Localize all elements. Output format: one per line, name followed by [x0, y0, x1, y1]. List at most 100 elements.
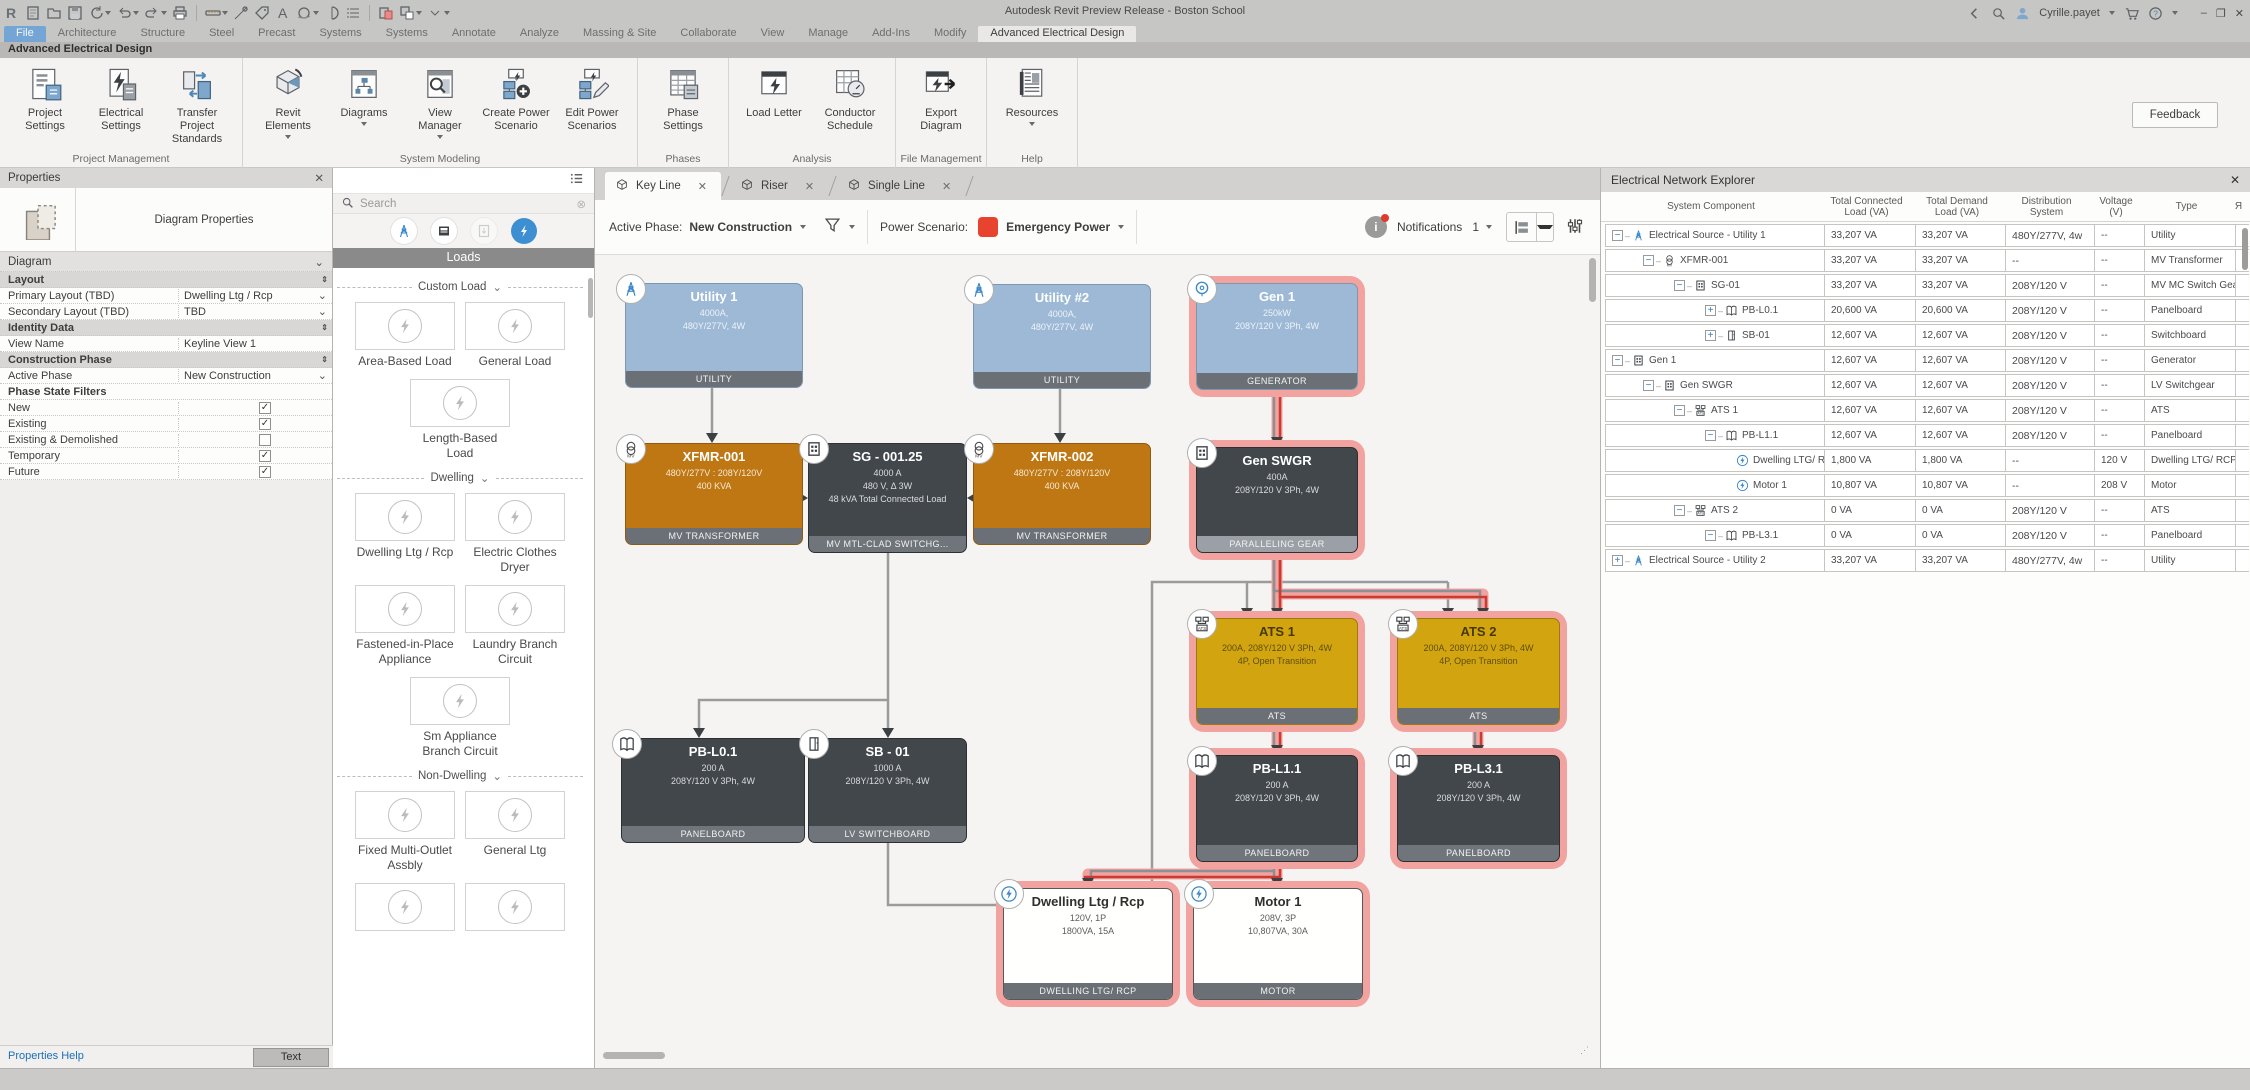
explorer-column-1[interactable]: Total ConnectedLoad (VA) — [1821, 196, 1912, 218]
ribbon-tab-analyze[interactable]: Analyze — [508, 26, 571, 42]
ribbon-tab-manage[interactable]: Manage — [796, 26, 860, 42]
resize-grip[interactable]: ⋰ — [1580, 1045, 1596, 1061]
property-section-layout[interactable]: Layout⇕ — [0, 272, 332, 288]
ribbon-tab-systems[interactable]: Systems — [307, 26, 373, 42]
node-sg00125[interactable]: SG - 001.254000 A480 V, Δ 3W48 kVA Total… — [808, 443, 967, 553]
explorer-row-electrical-source-utility-2[interactable]: +–Electrical Source - Utility 233,207 VA… — [1605, 549, 2250, 572]
notifications-count[interactable]: 1 — [1472, 220, 1479, 234]
load-item-partial[interactable] — [465, 883, 565, 931]
active-phase-caret-icon[interactable] — [800, 225, 806, 229]
windows-icon[interactable] — [399, 5, 422, 21]
expand-toggle[interactable]: − — [1705, 430, 1716, 441]
node-motor1[interactable]: Motor 1208V, 3P10,807VA, 30AMOTOR — [1193, 888, 1363, 1000]
ribbon-button-transfer-project-standards[interactable]: Transfer ProjectStandards — [162, 64, 232, 146]
loads-section-non-dwelling[interactable]: Non-Dwelling⌄ — [337, 769, 583, 783]
bolt-white-toggle[interactable] — [511, 218, 537, 244]
paste-icon[interactable] — [378, 5, 394, 21]
notifications-info-icon[interactable]: i — [1365, 216, 1387, 238]
orbit-icon[interactable] — [296, 5, 319, 21]
value-field-active-phase[interactable]: New Construction⌄ — [178, 369, 332, 382]
equip-toggle[interactable] — [431, 218, 457, 244]
tag-icon[interactable] — [254, 5, 270, 21]
revit-logo-icon[interactable]: R — [4, 5, 20, 21]
properties-type-selector[interactable]: Diagram Properties — [0, 188, 332, 252]
folder-open-icon[interactable] — [46, 5, 62, 21]
close-button[interactable]: ✕ — [2235, 7, 2244, 20]
explorer-row-xfmr-001[interactable]: −–MVXFMR-00133,207 VA33,207 VA----MV Tra… — [1605, 249, 2250, 272]
view-tab-key-line[interactable]: Key Line✕ — [605, 172, 721, 200]
expand-toggle[interactable]: − — [1612, 230, 1623, 241]
expand-toggle[interactable]: + — [1705, 305, 1716, 316]
load-item-fastened-in-place-appliance[interactable]: Fastened-in-Place Appliance — [355, 585, 455, 667]
explorer-row-electrical-source-utility-1[interactable]: −–Electrical Source - Utility 133,207 VA… — [1605, 224, 2250, 247]
power-scenario-dropdown[interactable]: Emergency Power — [1006, 220, 1110, 234]
ribbon-tab-structure[interactable]: Structure — [128, 26, 197, 42]
node-ats2[interactable]: ATS 2200A, 208Y/120 V 3Ph, 4W4P, Open Tr… — [1397, 618, 1560, 725]
load-item-area-based-load[interactable]: Area-Based Load — [355, 302, 455, 369]
ruler-icon[interactable] — [205, 5, 228, 21]
user-caret-icon[interactable] — [2109, 11, 2115, 15]
explorer-row-pb-l1-1[interactable]: −–PB-L1.112,607 VA12,607 VA208Y/120 V--P… — [1605, 424, 2250, 447]
tab-close-icon[interactable]: ✕ — [942, 180, 951, 193]
checkbox-existing-demolished[interactable] — [259, 434, 271, 446]
expand-toggle[interactable]: − — [1643, 255, 1654, 266]
ribbon-tab-advanced-electrical-design[interactable]: Advanced Electrical Design — [978, 26, 1136, 42]
search-bar[interactable]: Search ⊗ — [333, 194, 594, 214]
view-tab-single-line[interactable]: Single Line✕ — [837, 172, 965, 200]
tab-close-icon[interactable]: ✕ — [698, 180, 707, 193]
node-utility1[interactable]: Utility 14000A,480Y/277V, 4WUTILITY — [625, 283, 803, 388]
explorer-column-5[interactable]: Type — [2141, 201, 2232, 212]
ribbon-button-phase-settings[interactable]: Phase Settings — [648, 64, 718, 133]
minimize-button[interactable]: – — [2201, 7, 2207, 19]
ribbon-tab-architecture[interactable]: Architecture — [46, 26, 129, 42]
text-button[interactable]: Text — [253, 1048, 329, 1067]
ribbon-button-load-letter[interactable]: Load Letter — [739, 64, 809, 133]
filter-funnel-icon[interactable] — [824, 217, 841, 237]
node-sb01[interactable]: SB - 011000 A208Y/120 V 3Ph, 4WLV SWITCH… — [808, 738, 967, 843]
help-icon[interactable]: ? — [2148, 6, 2163, 21]
node-gen1[interactable]: Gen 1250kW208Y/120 V 3Ph, 4WGENERATOR — [1196, 283, 1358, 390]
search-input[interactable]: Search — [360, 198, 570, 210]
tab-close-icon[interactable]: ✕ — [805, 180, 814, 193]
node-dwelling[interactable]: Dwelling Ltg / Rcp120V, 1P1800VA, 15ADWE… — [1003, 888, 1173, 1000]
explorer-row-ats-2[interactable]: −–ATSATS 20 VA0 VA208Y/120 V--ATS — [1605, 499, 2250, 522]
checkbox-future[interactable]: ✓ — [259, 466, 271, 478]
ribbon-button-create-power-scenario[interactable]: Create PowerScenario — [481, 64, 551, 139]
ribbon-button-resources[interactable]: Resources — [997, 64, 1067, 126]
load-item-general-load[interactable]: General Load — [465, 302, 565, 369]
ribbon-tab-add-ins[interactable]: Add-Ins — [860, 26, 922, 42]
back-arrow-icon[interactable] — [1967, 6, 1982, 21]
node-ats1[interactable]: ATS 1200A, 208Y/120 V 3Ph, 4W4P, Open Tr… — [1196, 618, 1358, 725]
ribbon-button-project-settings[interactable]: ProjectSettings — [10, 64, 80, 146]
display-settings-sliders-icon[interactable] — [1566, 217, 1584, 238]
explorer-column-0[interactable]: System Component — [1601, 201, 1821, 212]
node-pbl31[interactable]: PB-L3.1200 A208Y/120 V 3Ph, 4WPANELBOARD — [1397, 755, 1560, 862]
property-group-selector[interactable]: Diagram⌄ — [0, 252, 332, 272]
value-field-secondary-layout-tbd-[interactable]: TBD⌄ — [178, 305, 332, 318]
canvas-horizontal-scrollbar[interactable] — [603, 1052, 665, 1059]
power-scenario-caret-icon[interactable] — [1118, 225, 1124, 229]
explorer-row-ats-1[interactable]: −–ATSATS 112,607 VA12,607 VA208Y/120 V--… — [1605, 399, 2250, 422]
properties-help-link[interactable]: Properties Help — [8, 1050, 84, 1062]
load-item-fixed-multi-outlet-assbly[interactable]: Fixed Multi-Outlet Assbly — [355, 791, 455, 873]
expand-toggle[interactable]: − — [1674, 405, 1685, 416]
checkbox-new[interactable]: ✓ — [259, 402, 271, 414]
book-box-toggle[interactable] — [471, 218, 497, 244]
ribbon-tab-modify[interactable]: Modify — [922, 26, 978, 42]
undo-icon[interactable] — [116, 5, 139, 21]
help-caret-icon[interactable] — [2172, 11, 2178, 15]
explorer-row-pb-l3-1[interactable]: −–PB-L3.10 VA0 VA208Y/120 V--Panelboard — [1605, 524, 2250, 547]
ribbon-button-export-diagram[interactable]: ExportDiagram — [906, 64, 976, 133]
node-pbl11[interactable]: PB-L1.1200 A208Y/120 V 3Ph, 4WPANELBOARD — [1196, 755, 1358, 862]
feedback-button[interactable]: Feedback — [2132, 102, 2218, 128]
save-icon[interactable] — [67, 5, 83, 21]
explorer-row-gen-1[interactable]: −–Gen 112,607 VA12,607 VA208Y/120 V--Gen… — [1605, 349, 2250, 372]
expand-toggle[interactable]: − — [1674, 505, 1685, 516]
ribbon-tab-annotate[interactable]: Annotate — [440, 26, 508, 42]
ribbon-button-view-manager[interactable]: View Manager — [405, 64, 475, 139]
explorer-column-3[interactable]: DistributionSystem — [2002, 196, 2091, 218]
half-circle-icon[interactable] — [324, 5, 340, 21]
user-name[interactable]: Cyrille.payet — [2039, 7, 2100, 19]
ribbon-button-revit-elements[interactable]: RevitElements — [253, 64, 323, 139]
explorer-row-dwelling-ltg-rcp[interactable]: Dwelling LTG/ RCP1,800 VA1,800 VA--120 V… — [1605, 449, 2250, 472]
